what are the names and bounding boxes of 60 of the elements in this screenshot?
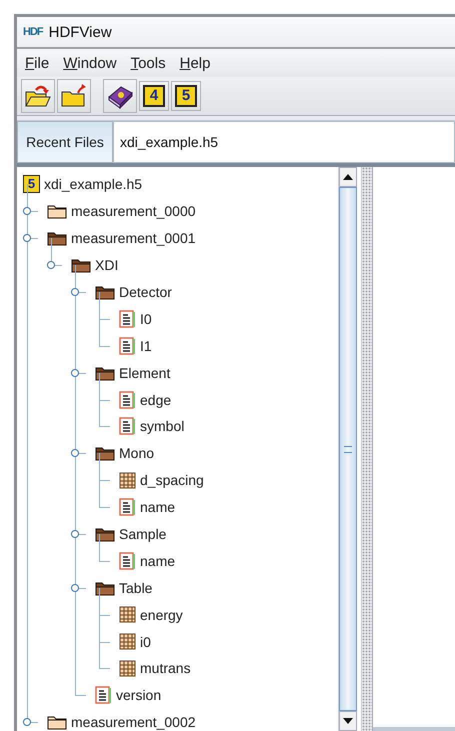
expand-handle[interactable] xyxy=(71,530,79,538)
tree-item[interactable]: Table xyxy=(119,580,152,596)
grid-icon xyxy=(119,472,136,489)
tree-item[interactable]: xdi_example.h5 xyxy=(44,176,142,192)
recent-files-button[interactable]: Recent Files xyxy=(17,121,113,163)
app-logo: HDF xyxy=(23,26,43,38)
splitter-handle[interactable] xyxy=(361,167,373,731)
tree-item[interactable]: name xyxy=(140,499,176,516)
grid-icon xyxy=(119,633,136,650)
tree-item[interactable]: i0 xyxy=(140,634,151,650)
tree-item[interactable]: XDI xyxy=(95,257,118,274)
document-icon xyxy=(95,686,112,704)
hdf5-file-icon: 5 xyxy=(23,175,40,194)
expand-handle[interactable] xyxy=(23,234,31,242)
tree-item[interactable]: version xyxy=(116,687,162,704)
folder-arrow-icon xyxy=(60,84,88,108)
expand-handle[interactable] xyxy=(23,207,31,216)
open-hdf4-button[interactable]: 4 xyxy=(139,81,169,111)
help-button[interactable] xyxy=(103,79,137,113)
expand-handle[interactable] xyxy=(23,718,31,726)
expand-handle[interactable] xyxy=(47,261,55,270)
tree-item[interactable]: Element xyxy=(119,364,170,381)
grid-icon xyxy=(119,660,136,677)
tree-item[interactable]: d_spacing xyxy=(140,472,204,488)
document-icon xyxy=(119,390,136,409)
document-icon xyxy=(119,498,136,516)
tree-item[interactable]: I0 xyxy=(140,310,152,327)
tree-item[interactable]: I1 xyxy=(140,338,152,354)
document-icon xyxy=(119,336,136,355)
tree-item[interactable]: name xyxy=(140,552,176,569)
menu-item[interactable]: File xyxy=(25,54,50,72)
grid-icon xyxy=(119,606,136,624)
tree-item[interactable]: measurement_0000 xyxy=(71,203,196,220)
tree-item[interactable]: Sample xyxy=(119,526,166,542)
tree-item[interactable]: Detector xyxy=(119,284,172,300)
tree-item[interactable]: measurement_0002 xyxy=(71,714,196,730)
scroll-up-button[interactable] xyxy=(339,167,357,187)
expand-handle[interactable] xyxy=(71,288,79,296)
tree-item[interactable]: measurement_0001 xyxy=(71,230,196,246)
expand-handle[interactable] xyxy=(71,584,79,592)
open-hdf5-button[interactable]: 5 xyxy=(171,81,201,111)
menu-item[interactable]: Tools xyxy=(130,54,166,72)
expand-handle[interactable] xyxy=(71,368,79,377)
file-path-field[interactable]: xdi_example.h5 xyxy=(113,121,455,163)
open-file-button[interactable] xyxy=(21,79,55,113)
scroll-down-button[interactable] xyxy=(339,711,357,731)
window-title: HDFView xyxy=(48,24,112,40)
tree-item[interactable]: edge xyxy=(140,392,172,408)
tree-item[interactable]: Mono xyxy=(119,445,154,462)
folder-arrow-icon xyxy=(24,84,52,108)
document-icon xyxy=(119,310,136,328)
close-file-button[interactable] xyxy=(57,79,91,113)
tree-item[interactable]: energy xyxy=(140,606,183,623)
tree-item[interactable]: mutrans xyxy=(140,660,191,676)
menu-item[interactable]: Window xyxy=(63,54,117,72)
expand-handle[interactable] xyxy=(71,449,79,458)
menu-item[interactable]: Help xyxy=(180,54,210,72)
tree-item[interactable]: symbol xyxy=(140,418,184,434)
document-icon xyxy=(119,552,136,570)
document-icon xyxy=(119,417,136,436)
